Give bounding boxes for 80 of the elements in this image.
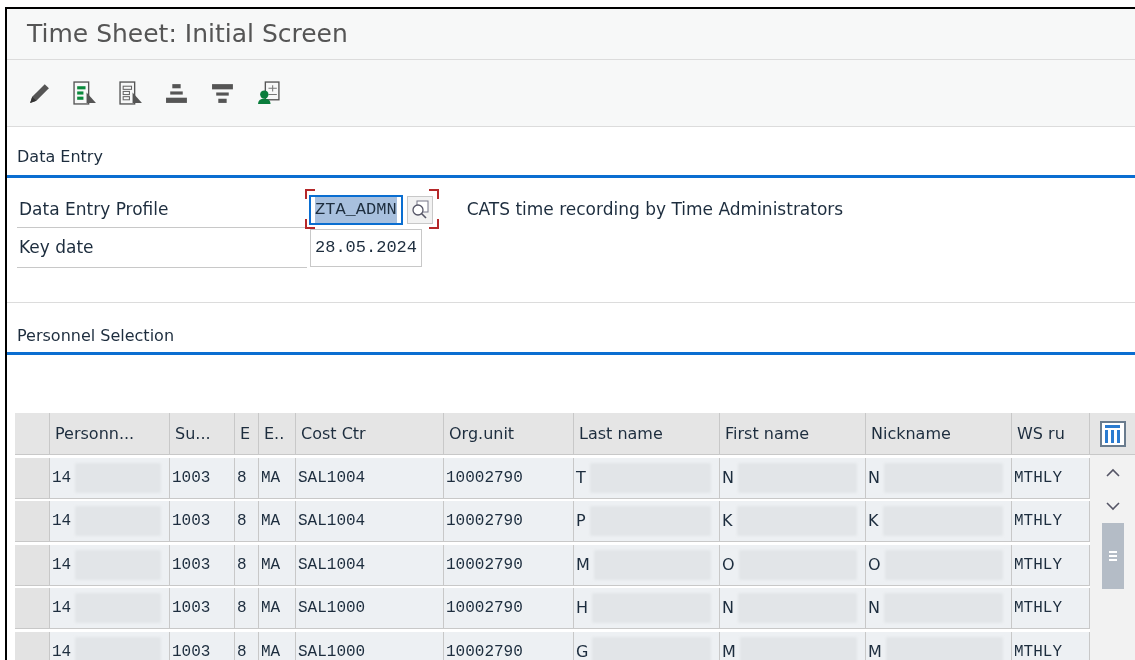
- table-cell-text: SAL1004: [298, 467, 366, 489]
- table-cell-text: P: [576, 510, 586, 532]
- table-cell-text: 1003: [172, 467, 211, 489]
- table-cell-text: 8: [237, 641, 247, 660]
- table-cell-text: 1003: [172, 641, 211, 660]
- table-cell-text: 14: [52, 641, 72, 660]
- column-header[interactable]: Cost Ctr: [296, 413, 444, 455]
- table-cell-text: MTHLY: [1014, 511, 1062, 532]
- table-cell-text: 10002790: [446, 598, 523, 619]
- table-cell-text: M: [868, 640, 882, 660]
- table-cell-text: 14: [52, 598, 72, 619]
- section-title: Personnel Selection: [17, 325, 174, 347]
- filter-icon[interactable]: [211, 81, 235, 105]
- table-cell-text: G: [576, 640, 589, 660]
- chevron-up-icon: [1105, 467, 1120, 477]
- table-cell-text: SAL1004: [298, 554, 366, 576]
- field-label: Key date: [17, 228, 307, 268]
- table-cell-text: K: [868, 510, 879, 532]
- table-cell-text: 1003: [172, 511, 211, 532]
- table-cell-text: 8: [237, 467, 247, 489]
- column-header[interactable]: First name: [720, 413, 866, 455]
- table-cell-text: SAL1000: [298, 598, 366, 619]
- table-cell-text: O: [722, 553, 735, 576]
- table-corner: [15, 413, 50, 455]
- table-cell-text: MTHLY: [1014, 641, 1062, 660]
- input-field[interactable]: ZTA_ADMN: [309, 195, 403, 225]
- table-cell-text: SAL1000: [298, 641, 366, 660]
- window-title: Time Sheet: Initial Screen: [27, 18, 348, 51]
- scrollbar-thumb[interactable]: [1101, 523, 1124, 589]
- table-cell-text: 10002790: [446, 554, 523, 576]
- column-header[interactable]: Org.unit: [444, 413, 574, 455]
- column-header[interactable]: Last name: [574, 413, 720, 455]
- table-cell-text: MTHLY: [1014, 598, 1062, 619]
- table-cell-text: 8: [237, 511, 247, 532]
- table-cell-text: N: [868, 466, 880, 489]
- table-cell-text: 1003: [172, 598, 211, 619]
- table-cell-text: T: [576, 466, 586, 489]
- list-cursor-icon[interactable]: [119, 81, 143, 105]
- table-cell-text: 8: [237, 598, 247, 619]
- table-cell-text: MA: [261, 554, 281, 576]
- field-description: CATS time recording by Time Administrators: [466, 198, 844, 222]
- table-cell-text: 8: [237, 554, 247, 576]
- search-help-button[interactable]: [406, 196, 433, 224]
- table-cell-text: MTHLY: [1014, 467, 1062, 489]
- table-cell-text: M: [576, 553, 590, 576]
- table-cell-text: 10002790: [446, 641, 523, 660]
- column-header[interactable]: Su...: [170, 413, 235, 455]
- section-title: Data Entry: [17, 146, 103, 168]
- table-cell-text: MA: [261, 598, 281, 619]
- table-cell-text: MTHLY: [1014, 554, 1062, 576]
- field-label: Data Entry Profile: [17, 192, 307, 228]
- table-cell-text: 10002790: [446, 511, 523, 532]
- pencil-icon[interactable]: [27, 81, 51, 105]
- stacked-bars-icon[interactable]: [165, 81, 189, 105]
- column-header[interactable]: WS ru: [1012, 413, 1090, 455]
- person-document-icon[interactable]: [257, 81, 281, 105]
- table-cell-text: MA: [261, 467, 281, 489]
- input-field[interactable]: 28.05.2024: [310, 229, 423, 267]
- table-cell-text: MA: [261, 511, 281, 532]
- column-header[interactable]: Personn...: [50, 413, 170, 455]
- table-cell-text: N: [722, 466, 734, 489]
- table-cell-text: N: [722, 597, 734, 619]
- list-cursor-icon[interactable]: [73, 81, 97, 105]
- table-cell-text: O: [868, 553, 881, 576]
- table-cell-text: K: [722, 510, 733, 532]
- table-cell-text: MA: [261, 641, 281, 660]
- table-cell-text: 14: [52, 554, 72, 576]
- table-cell-text: N: [868, 597, 880, 619]
- column-header[interactable]: Nickname: [866, 413, 1012, 455]
- table-cell-text: M: [722, 640, 736, 660]
- table-cell-text: 1003: [172, 554, 211, 576]
- table-cell-text: 14: [52, 511, 72, 532]
- column-header[interactable]: E..: [259, 413, 296, 455]
- column-header[interactable]: E: [235, 413, 259, 455]
- table-cell-text: 10002790: [446, 467, 523, 489]
- column-settings-icon[interactable]: [1099, 420, 1126, 447]
- table-cell-text: H: [576, 597, 589, 619]
- chevron-down-icon: [1105, 501, 1120, 511]
- table-cell-text: 14: [52, 467, 72, 489]
- table-cell-text: SAL1004: [298, 511, 366, 532]
